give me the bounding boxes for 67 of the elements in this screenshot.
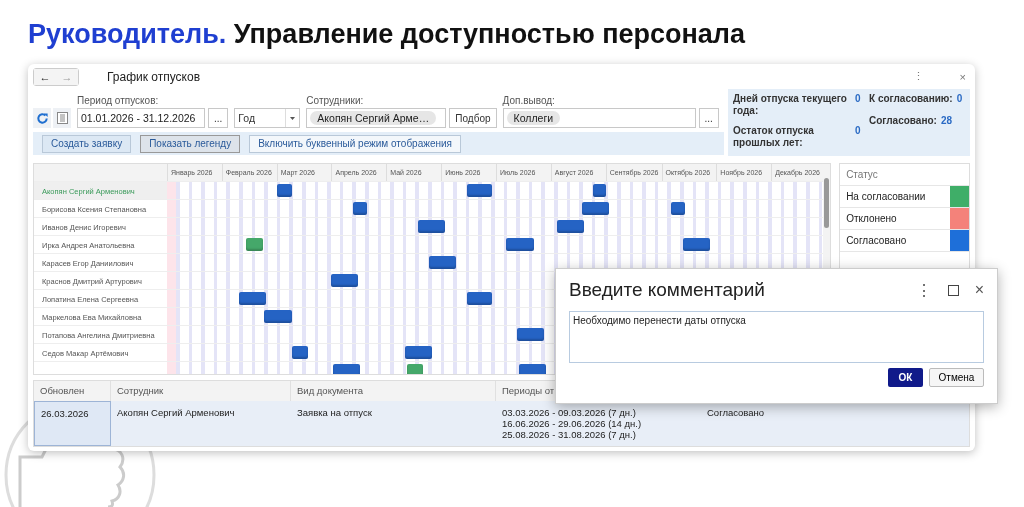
table-row[interactable]: 26.03.2026 Акопян Сергий Арменович Заявка на отпуск 03.03.2026 - 09.03.2026 (7 дн.) 16.06.2026 - 29.06.2026 (14 дн.) 25.08.2026 - 31.08.2026 (7 дн.) Согласовано (34, 401, 969, 446)
period-text: 03.03.2026 - 09.03.2026 (7 дн.) (502, 407, 637, 418)
page-heading: Руководитель. Управление доступностью персонала (28, 18, 747, 51)
vacation-bar[interactable] (683, 238, 711, 251)
vacation-bar[interactable] (331, 274, 359, 287)
legend-label: На согласовании (845, 190, 927, 204)
action-button[interactable]: Включить буквенный режим отображения (249, 134, 461, 153)
summary-label: К согласованию: (869, 93, 953, 105)
more-button[interactable]: ... (698, 108, 719, 128)
field-label: Период отпусков: (77, 95, 160, 106)
table-cell-text: Согласовано (706, 406, 766, 420)
table-cell-text: Заявка на отпуск (296, 406, 373, 420)
comment-field[interactable]: Необходимо перенести даты отпуска (569, 311, 984, 363)
vacation-bar[interactable] (291, 346, 308, 359)
summary-value: 0 (956, 93, 963, 105)
close-button[interactable]: × (974, 281, 984, 299)
back-button[interactable]: ← (34, 68, 56, 85)
vacation-bar[interactable] (405, 346, 433, 359)
vacation-bar[interactable] (519, 364, 547, 374)
table-cell-text: Акопян Сергий Арменович (116, 406, 236, 420)
period-type-dropdown[interactable]: Год (234, 108, 301, 128)
more-button[interactable]: ... (208, 108, 229, 128)
maximize-icon[interactable] (947, 284, 959, 296)
field-label: Сотрудники: (306, 95, 365, 106)
refresh-icon (35, 111, 49, 125)
vacation-bar[interactable] (582, 202, 610, 215)
extra-output-field[interactable]: Коллеги (502, 108, 696, 128)
vacation-bar[interactable] (517, 328, 545, 341)
vacation-bar[interactable] (556, 220, 585, 233)
legend-label: Согласовано (845, 234, 908, 248)
period-text: 16.06.2026 - 29.06.2026 (14 дн.) (502, 418, 643, 429)
action-button[interactable]: Создать заявку (42, 134, 132, 153)
legend-title: Статус (845, 168, 879, 182)
summary-label: Дней отпуска текущего года: (733, 93, 848, 118)
summary-label: Согласовано: (869, 115, 937, 127)
more-button[interactable]: ⋮ (915, 280, 932, 300)
action-button[interactable]: Показать легенду (140, 134, 241, 153)
vacation-bar[interactable] (407, 364, 424, 374)
table-cell: 26.03.2026 (34, 401, 111, 446)
vacation-bar[interactable] (670, 202, 686, 215)
ok-button[interactable]: ОК (888, 368, 923, 387)
vacation-bar[interactable] (428, 256, 456, 269)
vacation-bar[interactable] (239, 292, 267, 305)
list-button[interactable] (53, 108, 71, 128)
employees-field[interactable]: Акопян Сергий Арме… (306, 108, 447, 128)
list-icon (56, 112, 68, 124)
vacation-bar[interactable] (466, 184, 492, 197)
more-button[interactable]: ⋮ (908, 70, 928, 83)
period-field[interactable]: 01.01.2026 - 31.12.2026 (77, 108, 205, 128)
vacation-bar[interactable] (333, 364, 361, 374)
summary-value: 0 (855, 93, 862, 106)
caret-icon (290, 116, 296, 120)
refresh-button[interactable] (33, 108, 51, 128)
period-text: 25.08.2026 - 31.08.2026 (7 дн.) (502, 429, 637, 440)
summary-value: 28 (940, 115, 952, 127)
window-title: График отпусков (107, 69, 202, 84)
legend-label: Отклонено (845, 212, 898, 226)
field-label: Доп.вывод: (502, 95, 556, 106)
close-button[interactable]: × (955, 70, 970, 83)
vacation-bar[interactable] (466, 292, 492, 305)
vacation-bar[interactable] (417, 220, 446, 233)
dialog-title: Введите комментарий (569, 279, 766, 301)
summary-value: 0 (855, 124, 862, 138)
summary-label: Остаток отпуска прошлых лет: (733, 124, 815, 150)
cancel-button[interactable]: Отмена (929, 368, 984, 387)
vacation-bar[interactable] (352, 202, 368, 215)
pick-button[interactable]: Подбор (449, 108, 497, 128)
